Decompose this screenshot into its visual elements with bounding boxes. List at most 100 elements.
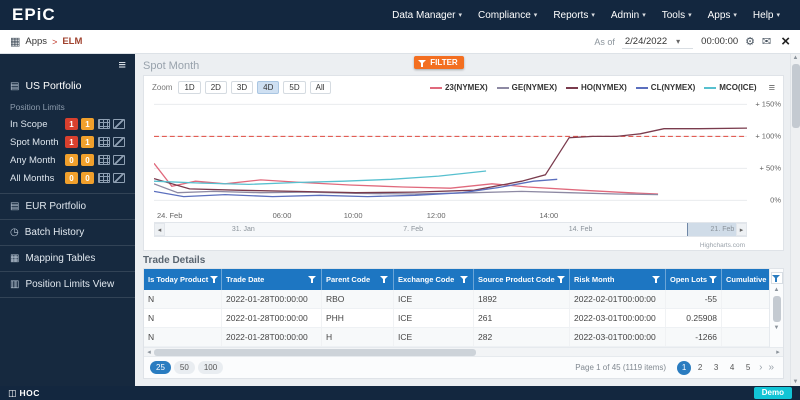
- zoom-all-button[interactable]: All: [309, 81, 331, 94]
- zoom-1d-button[interactable]: 1D: [178, 81, 201, 94]
- legend-label: CL(NYMEX): [650, 83, 696, 92]
- table-row[interactable]: N 2022-01-28T00:00:00 PHH ICE 261 2022-0…: [144, 309, 769, 328]
- scroll-up-icon[interactable]: ▲: [774, 286, 780, 294]
- calendar-icon[interactable]: [98, 155, 110, 165]
- navigator-right-arrow-icon[interactable]: ▸: [736, 223, 747, 236]
- zoom-4d-button[interactable]: 4D: [257, 81, 280, 94]
- page-4-button[interactable]: 4: [725, 361, 739, 375]
- legend-item[interactable]: MCO(ICE): [704, 83, 757, 92]
- apps-grid-icon[interactable]: ▦: [10, 35, 20, 48]
- sidebar-burger-icon[interactable]: ≡: [118, 57, 126, 72]
- scroll-left-icon[interactable]: ◂: [144, 348, 154, 356]
- column-header-is-today-product[interactable]: Is Today Product: [144, 269, 222, 290]
- cell-cumulative-lots: [722, 309, 769, 327]
- page-size-25-button[interactable]: 25: [150, 361, 171, 374]
- demo-badge[interactable]: Demo: [753, 387, 792, 399]
- sidebar-item-position-limits-view[interactable]: ▥ Position Limits View: [0, 271, 135, 298]
- table-row[interactable]: N 2022-01-28T00:00:00 RBO ICE 1892 2022-…: [144, 290, 769, 309]
- menu-apps[interactable]: Apps ▾: [700, 5, 745, 26]
- scrollbar-track[interactable]: [791, 62, 800, 378]
- calendar-icon[interactable]: [98, 137, 110, 147]
- chart-icon[interactable]: [113, 155, 125, 165]
- scrollbar-thumb[interactable]: [154, 348, 476, 356]
- table-row[interactable]: N 2022-01-28T00:00:00 H ICE 282 2022-03-…: [144, 328, 769, 347]
- cell-source-product-code: 282: [474, 328, 570, 346]
- filter-icon[interactable]: [210, 275, 219, 284]
- filter-icon[interactable]: [556, 275, 566, 284]
- scroll-down-icon[interactable]: ▼: [774, 324, 780, 332]
- legend-item[interactable]: HO(NYMEX): [566, 83, 627, 92]
- grid-horizontal-scrollbar[interactable]: ◂ ▸: [144, 347, 783, 356]
- chart-icon[interactable]: [113, 173, 125, 183]
- scroll-up-icon[interactable]: ▲: [793, 54, 799, 62]
- column-header-risk-month[interactable]: Risk Month: [570, 269, 666, 290]
- page-size-100-button[interactable]: 100: [197, 361, 224, 374]
- column-header-trade-date[interactable]: Trade Date: [222, 269, 322, 290]
- chart-icon[interactable]: [113, 137, 125, 147]
- highcharts-credit[interactable]: Highcharts.com: [700, 242, 745, 249]
- cell-trade-date: 2022-01-28T00:00:00: [222, 290, 322, 308]
- date-picker-caret-icon[interactable]: ▾: [676, 37, 680, 46]
- menu-compliance[interactable]: Compliance ▾: [470, 5, 545, 26]
- next-page-icon[interactable]: ›: [759, 362, 762, 373]
- chart-icon[interactable]: [113, 119, 125, 129]
- menu-admin[interactable]: Admin ▾: [603, 5, 654, 26]
- zoom-5d-button[interactable]: 5D: [283, 81, 306, 94]
- page-3-button[interactable]: 3: [709, 361, 723, 375]
- menu-tools[interactable]: Tools ▾: [654, 5, 700, 26]
- sidebar-item-eur-portfolio[interactable]: ▤ EUR Portfolio: [0, 193, 135, 219]
- envelope-icon[interactable]: ✉: [762, 35, 771, 48]
- filter-icon[interactable]: [709, 275, 718, 284]
- legend-item[interactable]: GE(NYMEX): [496, 83, 557, 92]
- scrollbar-track[interactable]: [154, 348, 773, 356]
- page-scrollbar[interactable]: ▲ ▼: [790, 54, 800, 386]
- legend-item[interactable]: CL(NYMEX): [635, 83, 696, 92]
- column-header-source-product-code[interactable]: Source Product Code: [474, 269, 570, 290]
- sidebar-item-all-months[interactable]: All Months 0 0: [0, 169, 135, 187]
- legend-item[interactable]: 23(NYMEX): [429, 83, 488, 92]
- sidebar-item-us-portfolio[interactable]: ▤ US Portfolio: [0, 74, 135, 98]
- last-page-icon[interactable]: »: [768, 362, 774, 373]
- epic-logo[interactable]: EPiC: [12, 5, 56, 25]
- sidebar-item-in-scope[interactable]: In Scope 1 1: [0, 115, 135, 133]
- filter-button[interactable]: FILTER: [414, 56, 464, 69]
- grid-filter-button[interactable]: [770, 272, 783, 284]
- spot-month-line-chart[interactable]: [154, 98, 747, 210]
- menu-help[interactable]: Help ▾: [745, 5, 788, 26]
- chart-navigator[interactable]: ◂ ▸ 31. Jan 7. Feb 14. Feb 21. Feb: [154, 222, 747, 237]
- filter-icon[interactable]: [308, 275, 317, 284]
- as-of-date-input[interactable]: 2/24/2022: [621, 35, 694, 49]
- scroll-right-icon[interactable]: ▸: [773, 348, 783, 356]
- column-header-cumulative-lots[interactable]: Cumulative Lo...: [722, 269, 769, 290]
- close-icon[interactable]: ×: [781, 33, 790, 50]
- cell-open-lots: -55: [666, 290, 722, 308]
- zoom-2d-button[interactable]: 2D: [204, 81, 227, 94]
- filter-icon[interactable]: [380, 275, 389, 284]
- filter-icon[interactable]: [460, 275, 469, 284]
- navigator-left-arrow-icon[interactable]: ◂: [154, 223, 165, 236]
- column-header-exchange-code[interactable]: Exchange Code: [394, 269, 474, 290]
- scrollbar-thumb[interactable]: [791, 64, 800, 128]
- column-header-open-lots[interactable]: Open Lots: [666, 269, 722, 290]
- calendar-icon[interactable]: [98, 173, 110, 183]
- x-axis-label: 10:00: [343, 211, 363, 220]
- gear-icon[interactable]: ⚙: [745, 35, 755, 48]
- calendar-icon[interactable]: [98, 119, 110, 129]
- filter-icon[interactable]: [652, 275, 661, 284]
- breadcrumb-apps[interactable]: Apps: [25, 36, 47, 47]
- sidebar-item-batch-history[interactable]: ◷ Batch History: [0, 219, 135, 245]
- scroll-down-icon[interactable]: ▼: [793, 378, 799, 386]
- scrollbar-thumb[interactable]: [772, 296, 781, 322]
- column-header-parent-code[interactable]: Parent Code: [322, 269, 394, 290]
- page-2-button[interactable]: 2: [693, 361, 707, 375]
- menu-reports[interactable]: Reports ▾: [545, 5, 603, 26]
- page-1-button[interactable]: 1: [677, 360, 692, 375]
- sidebar-item-mapping-tables[interactable]: ▦ Mapping Tables: [0, 245, 135, 271]
- page-5-button[interactable]: 5: [741, 361, 755, 375]
- page-size-50-button[interactable]: 50: [173, 361, 195, 374]
- sidebar-item-any-month[interactable]: Any Month 0 0: [0, 151, 135, 169]
- chart-menu-icon[interactable]: ≡: [769, 82, 775, 94]
- zoom-3d-button[interactable]: 3D: [230, 81, 254, 94]
- sidebar-item-spot-month[interactable]: Spot Month 1 1: [0, 133, 135, 151]
- menu-data-manager[interactable]: Data Manager ▾: [384, 5, 470, 26]
